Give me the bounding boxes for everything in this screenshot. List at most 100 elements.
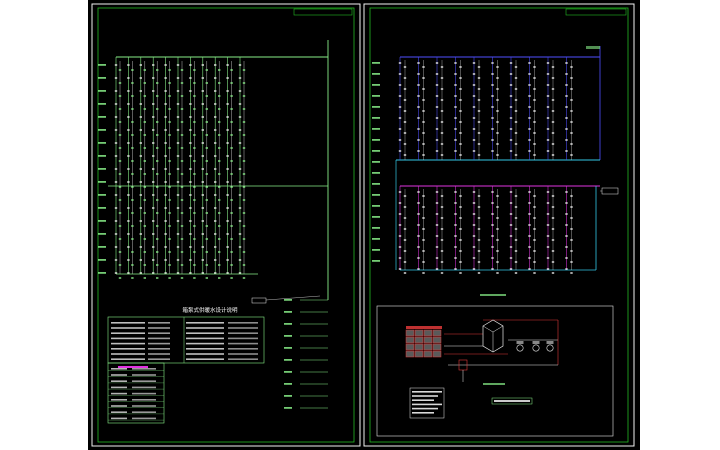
fixture-mark	[454, 191, 457, 193]
fixture-mark	[546, 213, 550, 215]
manifold-icon	[405, 329, 415, 337]
fixture-mark	[565, 128, 568, 130]
fixture-mark	[509, 106, 513, 108]
fixture-mark	[152, 220, 155, 222]
floor-label-mark	[372, 161, 380, 163]
fixture-mark	[509, 268, 513, 270]
fixture-mark	[496, 195, 499, 197]
fixture-mark	[139, 116, 142, 118]
fixture-mark	[398, 139, 402, 141]
manifold-icon	[432, 329, 442, 337]
fixture-mark	[193, 225, 196, 227]
fixture-mark	[491, 213, 494, 215]
fixture-mark	[491, 235, 494, 237]
fixture-mark	[435, 117, 439, 119]
fixture-mark	[551, 239, 555, 241]
fixture-mark	[403, 143, 407, 145]
fixture-mark	[214, 259, 217, 261]
fixture-mark	[131, 225, 134, 227]
right-sheet-border	[369, 7, 629, 443]
fixture-mark	[491, 191, 494, 193]
fixture-mark	[238, 77, 242, 79]
fixture-mark	[422, 272, 425, 274]
fixture-mark	[168, 199, 171, 201]
fixture-mark	[230, 186, 233, 188]
cad-viewport[interactable]: 箱泵式供暖水设计说明	[88, 0, 640, 450]
fixture-mark	[164, 142, 167, 144]
fixture-mark	[152, 194, 155, 196]
fixture-mark	[528, 246, 531, 248]
fixture-mark	[238, 207, 242, 209]
fixture-mark	[509, 191, 513, 193]
sheet-frames	[91, 3, 635, 447]
fixture-mark	[127, 116, 130, 118]
fixture-mark	[472, 202, 476, 204]
fixture-mark	[189, 246, 192, 248]
fixture-mark	[201, 181, 204, 183]
fixture-mark	[533, 77, 536, 79]
fixture-mark	[143, 121, 146, 123]
spec-text-line	[228, 337, 258, 340]
fixture-mark	[242, 173, 246, 175]
spec-text-line	[186, 348, 224, 350]
fixture-mark	[459, 272, 462, 274]
fixture-mark	[238, 116, 242, 118]
fixture-mark	[218, 225, 221, 227]
fixture-mark	[127, 168, 130, 170]
fixture-mark	[201, 155, 204, 157]
fixture-mark	[139, 233, 142, 235]
fixture-mark	[156, 160, 159, 162]
fixture-mark	[118, 134, 122, 136]
fixture-mark	[565, 257, 568, 259]
fixture-mark	[491, 84, 494, 86]
fixture-mark	[514, 217, 518, 219]
fixture-mark	[226, 233, 229, 235]
fixture-mark	[459, 261, 462, 263]
fixture-mark	[238, 155, 242, 157]
fixture-mark	[551, 66, 555, 68]
fixture-mark	[139, 220, 142, 222]
drawing-page: 箱泵式供暖水设计说明	[0, 0, 720, 450]
fixture-mark	[546, 106, 550, 108]
fixture-mark	[533, 66, 536, 68]
fixture-mark	[472, 128, 476, 130]
fixture-mark	[164, 77, 167, 79]
fixture-mark	[491, 128, 494, 130]
fixture-mark	[454, 224, 457, 226]
fixture-mark	[156, 95, 159, 97]
spec-text-line	[148, 337, 170, 340]
spec-text-line	[111, 353, 145, 355]
fixture-mark	[440, 239, 444, 241]
fixture-mark	[435, 95, 439, 97]
fixture-mark	[189, 116, 192, 118]
fixture-mark	[417, 257, 420, 259]
fixture-mark	[189, 168, 192, 170]
fixture-mark	[422, 217, 425, 219]
floor-label-mark	[372, 117, 380, 119]
fixture-mark	[509, 73, 513, 75]
fixture-mark	[403, 66, 407, 68]
fixture-mark	[546, 62, 550, 64]
fixture-mark	[205, 95, 208, 97]
schematic-label	[483, 383, 505, 385]
fixture-mark	[440, 261, 444, 263]
spec-text-line	[148, 327, 170, 329]
fixture-mark	[533, 250, 536, 252]
fixture-mark	[118, 147, 122, 149]
floor-label-mark	[372, 183, 380, 185]
fixture-mark	[528, 213, 531, 215]
fixture-mark	[176, 259, 180, 261]
fixture-mark	[164, 155, 167, 157]
fixture-mark	[238, 220, 242, 222]
legend-swatch	[118, 366, 148, 368]
fixture-mark	[403, 272, 407, 274]
fixture-mark	[435, 128, 439, 130]
floor-label-mark	[98, 155, 106, 157]
fixture-mark	[156, 82, 159, 84]
fixture-mark	[398, 62, 402, 64]
floor-label-mark	[372, 84, 380, 86]
floor-label-mark	[98, 233, 106, 235]
fixture-mark	[454, 257, 457, 259]
fixture-mark	[422, 228, 425, 230]
fixture-mark	[491, 150, 494, 152]
